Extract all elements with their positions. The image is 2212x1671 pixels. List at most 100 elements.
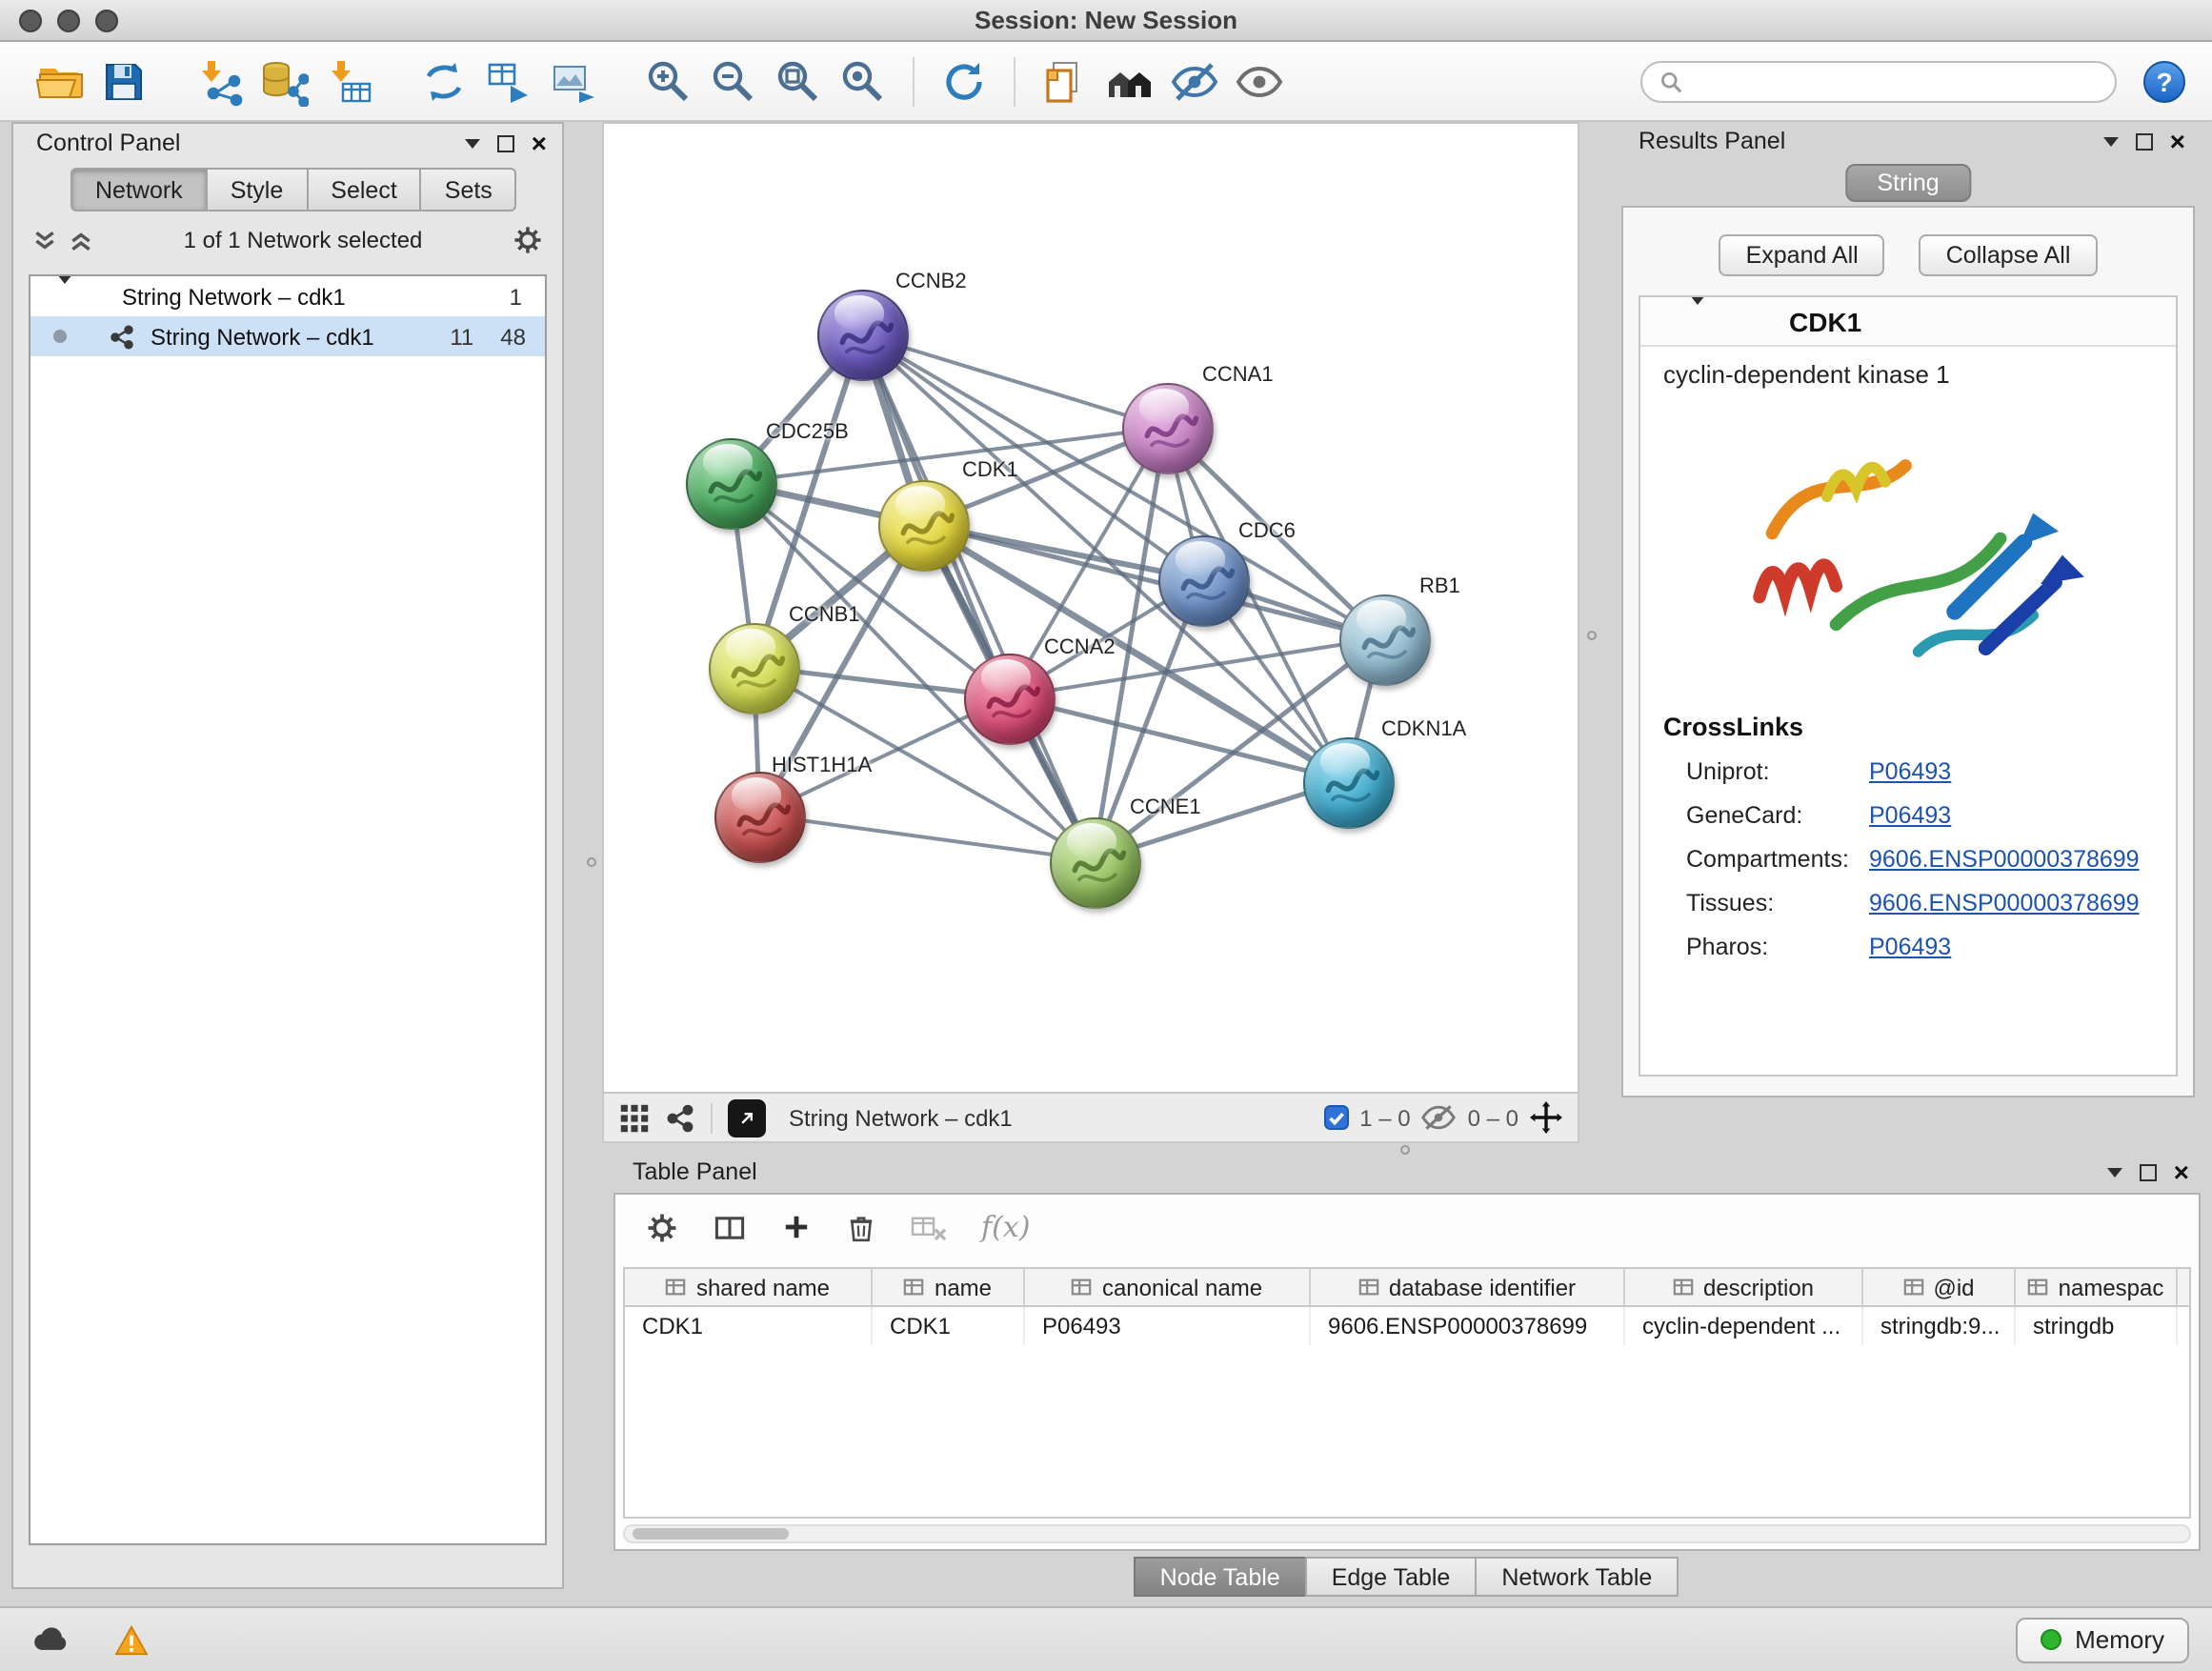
refresh-layout-button[interactable] [932, 49, 996, 113]
collapse-all-icon[interactable] [32, 228, 57, 252]
network-node-hist1h1a[interactable] [714, 772, 806, 863]
close-panel-icon[interactable]: × [532, 130, 547, 156]
tab-sets[interactable]: Sets [422, 168, 517, 211]
tab-node-table[interactable]: Node Table [1134, 1557, 1307, 1597]
network-node-ccnb2[interactable] [817, 290, 909, 381]
analyze-network-button[interactable] [1097, 49, 1162, 113]
zoom-selected-button[interactable] [831, 49, 895, 113]
export-image-button[interactable] [541, 49, 606, 113]
minimize-window-button[interactable] [57, 10, 80, 32]
tab-style[interactable]: Style [208, 168, 309, 211]
network-node-ccnb1[interactable] [709, 623, 800, 715]
pan-crosshair-icon[interactable] [1530, 1101, 1562, 1134]
network-node-cdc6[interactable] [1158, 535, 1250, 627]
import-table-button[interactable] [316, 49, 381, 113]
birds-eye-view-button[interactable] [728, 1098, 766, 1137]
import-network-file-button[interactable] [187, 49, 251, 113]
panel-menu-icon[interactable] [465, 138, 480, 148]
crosslink-value[interactable]: 9606.ENSP00000378699 [1869, 845, 2140, 872]
save-session-button[interactable] [91, 49, 156, 113]
table-horizontal-scrollbar[interactable] [623, 1524, 2191, 1543]
tree-expand-icon[interactable] [57, 274, 72, 310]
selected-checkbox-icon[interactable] [1323, 1105, 1348, 1130]
copy-document-button[interactable] [1033, 49, 1097, 113]
show-all-button[interactable] [1227, 49, 1292, 113]
tab-network[interactable]: Network [70, 168, 208, 211]
column-header-description[interactable]: description [1625, 1269, 1863, 1305]
help-button[interactable]: ? [2143, 60, 2185, 102]
search-input[interactable] [1694, 68, 2098, 94]
splitter-handle[interactable] [587, 857, 596, 867]
delete-column-icon[interactable] [846, 1211, 876, 1243]
node-gloss [732, 778, 782, 814]
hidden-eye-slash-icon[interactable] [1422, 1103, 1457, 1132]
grid-view-icon[interactable] [619, 1102, 650, 1133]
tab-string[interactable]: String [1844, 164, 1971, 202]
memory-button[interactable]: Memory [2016, 1617, 2189, 1662]
panel-menu-icon[interactable] [2103, 136, 2119, 146]
splitter-handle[interactable] [1400, 1145, 1410, 1155]
maximize-window-button[interactable] [95, 10, 118, 32]
scrollbar-thumb[interactable] [633, 1528, 789, 1540]
crosslink-value[interactable]: P06493 [1869, 757, 1951, 784]
float-panel-icon[interactable] [2140, 1163, 2157, 1180]
cloud-button[interactable] [23, 1617, 80, 1662]
crosslink-row: Pharos:P06493 [1640, 924, 2176, 968]
expand-all-button[interactable]: Expand All [1719, 234, 1885, 276]
show-columns-icon[interactable] [713, 1211, 747, 1243]
tab-edge-table[interactable]: Edge Table [1305, 1557, 1478, 1597]
network-row[interactable]: String Network – cdk1 11 48 [30, 316, 545, 356]
copy-document-icon [1040, 56, 1090, 106]
import-network-database-button[interactable] [251, 49, 316, 113]
gear-icon[interactable] [513, 225, 543, 255]
share-view-icon[interactable] [665, 1102, 695, 1133]
network-edge[interactable] [923, 524, 1382, 638]
column-header-namespac[interactable]: namespac [2016, 1269, 2178, 1305]
hide-selected-button[interactable] [1162, 49, 1227, 113]
function-builder-button[interactable]: f(x) [981, 1210, 1030, 1244]
network-node-cdkn1a[interactable] [1303, 737, 1395, 829]
add-column-icon[interactable] [781, 1212, 812, 1242]
network-tools-button[interactable] [412, 49, 476, 113]
network-node-ccna1[interactable] [1122, 383, 1214, 474]
network-collection-row[interactable]: String Network – cdk1 1 [30, 276, 545, 316]
warnings-button[interactable] [103, 1617, 160, 1662]
cdk1-section-header[interactable]: CDK1 [1640, 297, 2176, 347]
column-header-database-identifier[interactable]: database identifier [1311, 1269, 1625, 1305]
close-panel-icon[interactable]: × [2174, 1158, 2189, 1185]
network-node-ccne1[interactable] [1050, 817, 1141, 909]
close-panel-icon[interactable]: × [2170, 128, 2185, 154]
expand-all-icon[interactable] [69, 228, 93, 252]
float-panel-icon[interactable] [2136, 132, 2153, 150]
collapse-all-button[interactable]: Collapse All [1920, 234, 2098, 276]
zoom-fit-button[interactable] [766, 49, 831, 113]
panel-menu-icon[interactable] [2107, 1167, 2122, 1177]
network-edge[interactable] [759, 815, 1094, 860]
table-row[interactable]: CDK1CDK1P064939606.ENSP00000378699cyclin… [625, 1307, 2189, 1345]
network-canvas[interactable]: CCNB2CCNA1CDC25BCDK1CDC6RB1CCNB1CCNA2CDK… [602, 122, 1579, 1094]
network-node-cdk1[interactable] [878, 480, 970, 572]
open-session-button[interactable] [27, 49, 91, 113]
network-node-cdc25b[interactable] [686, 438, 777, 530]
gear-icon[interactable] [646, 1211, 678, 1243]
network-edge[interactable] [862, 334, 1166, 428]
network-node-ccna2[interactable] [964, 654, 1056, 745]
new-network-from-selection-button[interactable] [476, 49, 541, 113]
column-header-canonical-name[interactable]: canonical name [1025, 1269, 1311, 1305]
float-panel-icon[interactable] [497, 134, 514, 151]
section-collapse-icon[interactable] [1690, 295, 1705, 336]
tab-select[interactable]: Select [308, 168, 422, 211]
splitter-handle[interactable] [1587, 631, 1597, 640]
column-header--id[interactable]: @id [1863, 1269, 2016, 1305]
network-edge[interactable] [862, 334, 1094, 860]
network-node-rb1[interactable] [1339, 594, 1431, 686]
column-header-name[interactable]: name [873, 1269, 1025, 1305]
zoom-in-button[interactable] [636, 49, 701, 113]
column-header-shared-name[interactable]: shared name [625, 1269, 873, 1305]
crosslink-value[interactable]: P06493 [1869, 933, 1951, 959]
zoom-out-button[interactable] [701, 49, 766, 113]
crosslink-value[interactable]: 9606.ENSP00000378699 [1869, 889, 2140, 916]
close-window-button[interactable] [19, 10, 42, 32]
crosslink-value[interactable]: P06493 [1869, 801, 1951, 828]
tab-network-table[interactable]: Network Table [1475, 1557, 1679, 1597]
